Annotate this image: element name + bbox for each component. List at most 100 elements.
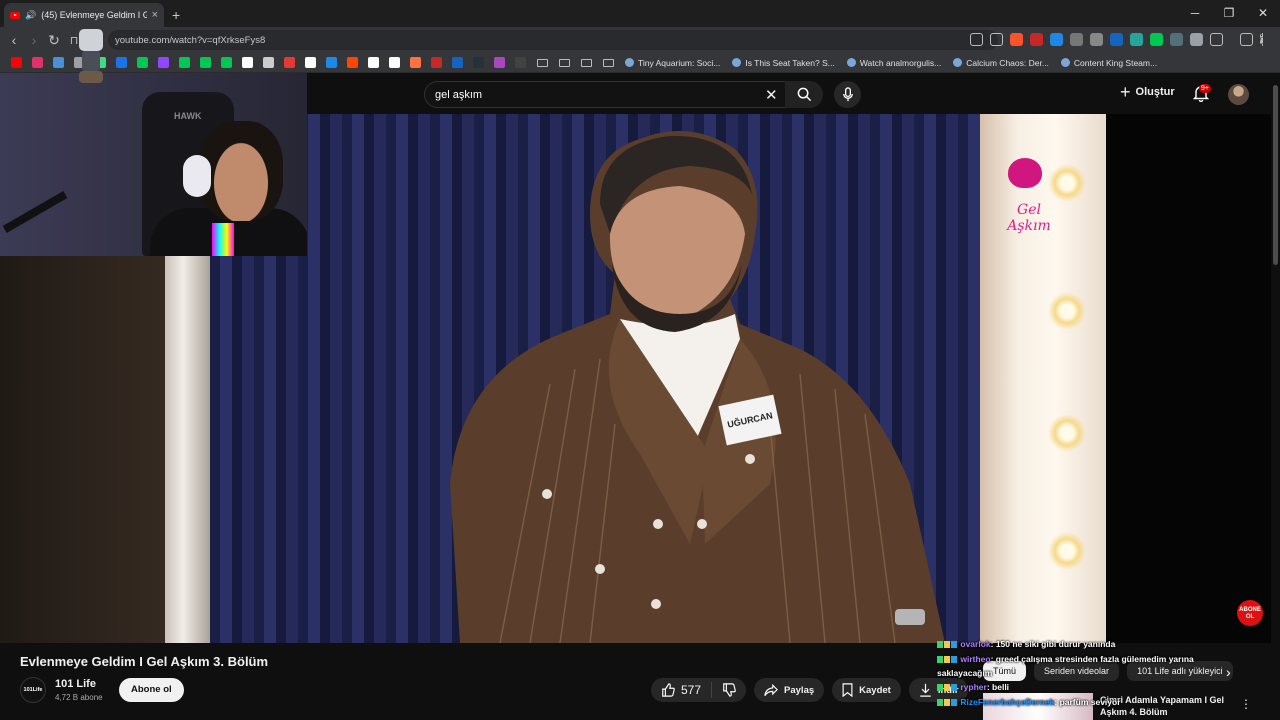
site-favicon-icon	[284, 57, 295, 68]
bookmark-icon[interactable]	[384, 57, 405, 68]
reload-icon[interactable]: ↻	[44, 32, 64, 49]
site-favicon-icon	[431, 57, 442, 68]
bookmark-icon[interactable]	[6, 57, 27, 68]
user-avatar[interactable]	[1228, 84, 1249, 105]
minimize-button[interactable]: ─	[1178, 0, 1212, 27]
video-right-dark	[1106, 114, 1280, 643]
back-icon[interactable]: ‹	[4, 32, 24, 48]
bookmark-icon[interactable]	[300, 57, 321, 68]
steam-icon	[1060, 58, 1070, 67]
chat-badge-icon	[937, 641, 943, 648]
bookmark-icon[interactable]	[153, 57, 174, 68]
share-icon	[764, 683, 778, 696]
channel-avatar[interactable]: 101Life	[20, 677, 46, 703]
bookmark-icon[interactable]	[174, 57, 195, 68]
url-field[interactable]: youtube.com/watch?v=qfXrkseFys8	[108, 30, 998, 50]
chair-logo: HAWK	[174, 111, 202, 121]
bookmark-icon[interactable]	[447, 57, 468, 68]
bookmark-link[interactable]: Calcium Chaos: Der...	[947, 58, 1055, 68]
bookmark-folder-icon[interactable]	[597, 58, 619, 67]
share-button[interactable]: Paylaş	[754, 678, 825, 702]
download-icon	[920, 683, 931, 697]
side-panel-icon[interactable]	[1210, 33, 1223, 46]
site-favicon-icon	[32, 57, 43, 68]
restore-button[interactable]: ❐	[1212, 0, 1246, 27]
subscribe-button[interactable]: Abone ol	[119, 678, 184, 702]
bookmark-icon[interactable]	[405, 57, 426, 68]
site-favicon-icon	[389, 57, 400, 68]
brave-shield-icon[interactable]	[1010, 33, 1023, 46]
bookmark-icon[interactable]	[237, 57, 258, 68]
bookmark-icon[interactable]	[27, 57, 48, 68]
bookmark-icon[interactable]	[216, 57, 237, 68]
extension-icon[interactable]	[1150, 33, 1163, 46]
close-window-button[interactable]: ✕	[1246, 0, 1280, 27]
site-favicon-icon	[200, 57, 211, 68]
cast-icon[interactable]	[970, 33, 983, 46]
brand-logo: Gel Aşkım	[1007, 202, 1051, 234]
bookmark-icon[interactable]	[132, 57, 153, 68]
clear-search-icon[interactable]: ✕	[765, 86, 778, 104]
close-tab-icon[interactable]: ×	[152, 9, 158, 21]
subscriber-count: 4,72 B abone	[55, 693, 103, 702]
video-mirror	[980, 114, 1106, 643]
site-favicon-icon	[137, 57, 148, 68]
search-button[interactable]	[785, 81, 823, 108]
bookmark-icon[interactable]	[342, 57, 363, 68]
page-scrollbar[interactable]	[1271, 73, 1280, 720]
bookmark-icon[interactable]	[111, 57, 132, 68]
channel-name[interactable]: 101 Life	[55, 678, 96, 690]
forward-icon[interactable]: ›	[24, 32, 44, 48]
site-favicon-icon	[326, 57, 337, 68]
more-options-icon[interactable]: ⋮	[1240, 697, 1252, 711]
bookmark-icon[interactable]	[510, 57, 531, 68]
share-label: Paylaş	[784, 684, 815, 696]
speaker-icon: 🔊	[25, 9, 37, 20]
chat-text: : 150 ne siki gibi durur yanında	[990, 639, 1116, 649]
extension-icon[interactable]	[1090, 33, 1103, 46]
bookmark-folder-icon[interactable]	[531, 58, 553, 67]
voice-search-button[interactable]	[834, 81, 861, 108]
subscribe-overlay-icon[interactable]: ABONE OL	[1237, 600, 1263, 626]
extension-icon[interactable]	[1050, 33, 1063, 46]
share-icon[interactable]	[990, 33, 1003, 46]
browser-tab[interactable]: 🔊 (45) Evlenmeye Geldim I Gel A ×	[4, 3, 164, 27]
scrollbar-thumb[interactable]	[1273, 85, 1278, 265]
bookmark-icon[interactable]	[489, 57, 510, 68]
bookmark-icon[interactable]	[363, 57, 384, 68]
like-button[interactable]: 577	[651, 682, 713, 698]
extension-icon[interactable]	[1030, 33, 1043, 46]
puzzle-icon[interactable]	[1190, 33, 1203, 46]
extension-icon[interactable]	[1110, 33, 1123, 46]
bookmark-icon[interactable]	[195, 57, 216, 68]
extension-icon[interactable]	[1130, 33, 1143, 46]
bookmark-link[interactable]: Watch analmorgulis...	[841, 58, 947, 68]
bookmark-link[interactable]: Is This Seat Taken? S...	[726, 58, 840, 68]
bookmark-link[interactable]: Tiny Aquarium: Soci...	[619, 58, 726, 68]
bookmark-icon[interactable]	[48, 57, 69, 68]
menu-icon[interactable]	[1260, 33, 1264, 46]
bookmark-icon[interactable]	[321, 57, 342, 68]
bookmark-folder-icon[interactable]	[575, 58, 597, 67]
extension-icon[interactable]	[1070, 33, 1083, 46]
chat-message: RizeFenerbahçeDernek: parfüm seviyor	[937, 695, 1237, 710]
search-input[interactable]: gel aşkım	[424, 81, 787, 108]
steam-icon	[953, 58, 963, 67]
site-favicon-icon	[179, 57, 190, 68]
create-button[interactable]: + Oluştur	[1120, 83, 1175, 101]
site-favicon-icon	[158, 57, 169, 68]
extension-icon[interactable]	[1170, 33, 1183, 46]
bookmark-link[interactable]: Content King Steam...	[1055, 58, 1163, 68]
bookmark-folder-icon[interactable]	[553, 58, 575, 67]
new-tab-button[interactable]: +	[172, 3, 180, 27]
site-favicon-icon	[221, 57, 232, 68]
bookmark-label: Content King Steam...	[1073, 57, 1158, 68]
bookmark-icon[interactable]	[258, 57, 279, 68]
save-button[interactable]: Kaydet	[832, 678, 901, 702]
bookmark-icon[interactable]	[426, 57, 447, 68]
bookmark-icon[interactable]	[279, 57, 300, 68]
site-favicon-icon	[11, 57, 22, 68]
bookmark-icon[interactable]	[468, 57, 489, 68]
dislike-button[interactable]	[712, 683, 746, 697]
playlist-icon[interactable]	[1240, 33, 1253, 46]
